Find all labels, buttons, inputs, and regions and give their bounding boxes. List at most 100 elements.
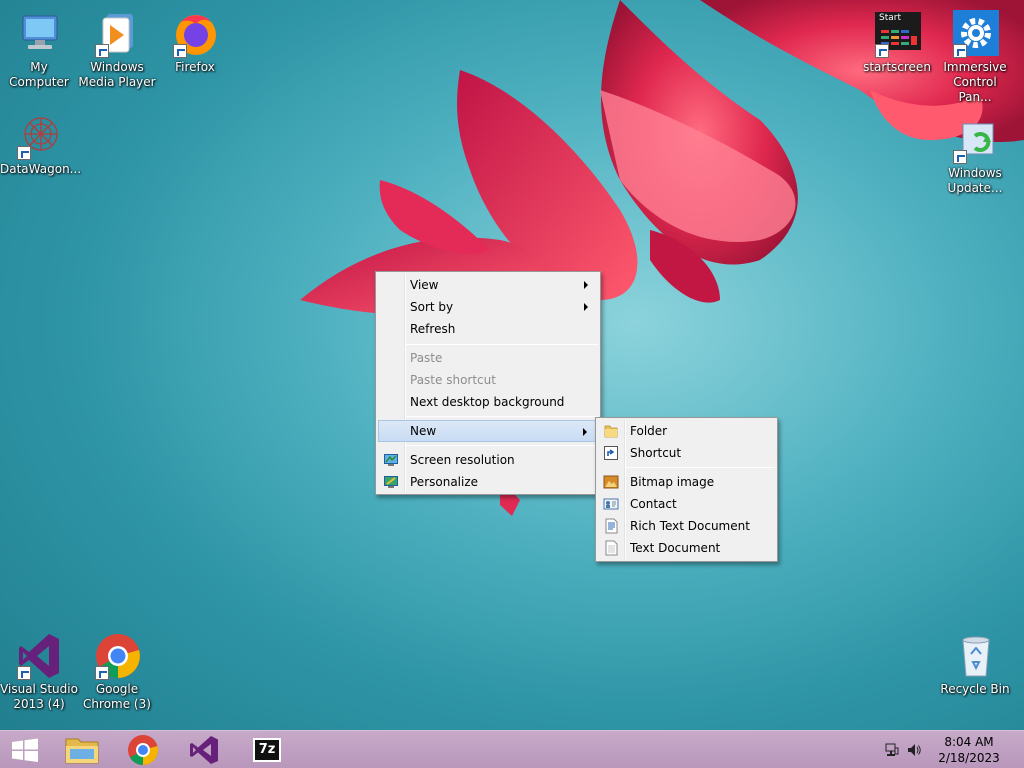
recycle-bin-icon <box>951 632 999 680</box>
menu-item-label: Text Document <box>630 541 721 555</box>
startscreen-tile-text: Start <box>879 13 901 23</box>
desktop-icon-immersive-control-panel[interactable]: Immersive Control Pan... <box>936 10 1014 105</box>
menu-item-new-bitmap-image[interactable]: Bitmap image <box>598 471 775 493</box>
menu-item-label: Bitmap image <box>630 475 715 489</box>
desktop-icon-startscreen[interactable]: Start startscreen <box>858 10 936 75</box>
file-explorer-icon <box>65 738 99 764</box>
desktop-icon-label: Firefox <box>175 60 215 74</box>
desktop-icon-recycle-bin[interactable]: Recycle Bin <box>936 632 1014 697</box>
menu-item-screen-resolution[interactable]: Screen resolution <box>378 449 598 471</box>
menu-item-label: Paste <box>410 351 443 365</box>
datawagon-icon <box>15 112 63 160</box>
menu-separator <box>406 416 598 417</box>
chrome-icon <box>93 632 141 680</box>
taskbar-google-chrome[interactable] <box>116 733 170 767</box>
desktop-icon-windows-media-player[interactable]: Windows Media Player <box>78 10 156 90</box>
taskbar-7-zip[interactable]: 7z <box>240 733 294 767</box>
desktop-icon-visual-studio[interactable]: Visual Studio 2013 (4) <box>0 632 78 712</box>
gear-icon <box>951 10 999 58</box>
menu-item-next-desktop-background[interactable]: Next desktop background <box>378 391 598 413</box>
menu-item-label: Paste shortcut <box>410 373 496 387</box>
menu-item-refresh[interactable]: Refresh <box>378 318 598 340</box>
desktop-icon-datawagon[interactable]: DataWagon... <box>0 112 82 177</box>
7zip-label: 7z <box>258 742 276 757</box>
personalize-icon <box>384 476 398 488</box>
submenu-arrow-icon <box>584 281 588 289</box>
menu-item-sort-by[interactable]: Sort by <box>378 296 598 318</box>
desktop-icon-label: Visual Studio 2013 (4) <box>0 682 78 711</box>
volume-icon[interactable] <box>906 742 922 758</box>
taskbar-file-explorer[interactable] <box>56 733 110 767</box>
menu-item-label: Shortcut <box>630 446 682 460</box>
firefox-icon <box>171 10 219 58</box>
bitmap-icon <box>603 475 619 489</box>
desktop-icon-my-computer[interactable]: My Computer <box>0 10 78 90</box>
display-icon <box>384 454 398 466</box>
desktop-icon-label: Windows Media Player <box>78 60 156 89</box>
desktop-icon-label: Google Chrome (3) <box>83 682 151 711</box>
submenu-arrow-icon <box>583 428 587 436</box>
menu-item-paste[interactable]: Paste <box>378 347 598 369</box>
desktop-icon-windows-update[interactable]: Windows Update... <box>936 116 1014 196</box>
menu-separator <box>406 344 598 345</box>
shortcut-overlay-icon <box>17 146 31 160</box>
taskbar-clock[interactable]: 8:04 AM 2/18/2023 <box>924 734 1014 766</box>
menu-item-new-text-document[interactable]: Text Document <box>598 537 775 559</box>
media-player-icon <box>93 10 141 58</box>
menu-item-new[interactable]: New <box>378 420 598 442</box>
clock-time: 8:04 AM <box>944 735 994 749</box>
menu-item-personalize[interactable]: Personalize <box>378 471 598 493</box>
start-button[interactable] <box>0 733 54 767</box>
menu-item-label: Screen resolution <box>410 453 515 467</box>
computer-icon <box>15 10 63 58</box>
menu-item-label: Contact <box>630 497 677 511</box>
new-submenu: Folder Shortcut Bitmap image Contact Ric… <box>595 417 778 562</box>
menu-item-new-folder[interactable]: Folder <box>598 420 775 442</box>
menu-item-new-rich-text-document[interactable]: Rich Text Document <box>598 515 775 537</box>
menu-item-label: View <box>410 278 439 292</box>
shortcut-icon <box>604 446 618 460</box>
menu-item-label: Rich Text Document <box>630 519 750 533</box>
desktop-icon-google-chrome[interactable]: Google Chrome (3) <box>78 632 156 712</box>
menu-item-label: New <box>410 424 437 438</box>
clock-date: 2/18/2023 <box>938 751 1000 765</box>
taskbar: 7z 8:04 AM 2/18/2023 <box>0 730 1024 768</box>
visual-studio-icon <box>190 736 218 764</box>
desktop-icon-firefox[interactable]: Firefox <box>156 10 234 75</box>
network-icon[interactable] <box>884 742 900 758</box>
chrome-icon <box>128 735 159 766</box>
desktop-icon-label: startscreen <box>863 60 931 74</box>
menu-item-label: Personalize <box>410 475 479 489</box>
shortcut-overlay-icon <box>953 44 967 58</box>
taskbar-visual-studio[interactable] <box>178 733 232 767</box>
desktop-icon-label: Windows Update... <box>947 166 1003 195</box>
menu-separator <box>406 445 598 446</box>
menu-item-new-contact[interactable]: Contact <box>598 493 775 515</box>
desktop-context-menu: View Sort by Refresh Paste Paste shortcu… <box>375 271 601 495</box>
startscreen-icon: Start <box>873 10 921 58</box>
text-document-icon <box>605 540 618 556</box>
submenu-arrow-icon <box>584 303 588 311</box>
desktop-icon-label: Immersive Control Pan... <box>943 60 1007 104</box>
windows-logo-icon <box>12 738 38 762</box>
desktop-icon-label: DataWagon... <box>0 162 82 176</box>
desktop-icon-label: Recycle Bin <box>940 682 1010 696</box>
system-tray: 8:04 AM 2/18/2023 <box>884 731 1024 768</box>
shortcut-overlay-icon <box>17 666 31 680</box>
menu-item-label: Folder <box>630 424 668 438</box>
menu-item-view[interactable]: View <box>378 274 598 296</box>
menu-item-new-shortcut[interactable]: Shortcut <box>598 442 775 464</box>
menu-separator <box>626 467 775 468</box>
contact-icon <box>603 498 619 510</box>
shortcut-overlay-icon <box>953 150 967 164</box>
menu-item-paste-shortcut[interactable]: Paste shortcut <box>378 369 598 391</box>
visual-studio-icon <box>15 632 63 680</box>
rich-text-icon <box>605 518 618 534</box>
desktop-icon-label: My Computer <box>9 60 69 89</box>
shortcut-overlay-icon <box>95 44 109 58</box>
shortcut-overlay-icon <box>173 44 187 58</box>
windows-update-icon <box>951 116 999 164</box>
shortcut-overlay-icon <box>95 666 109 680</box>
menu-item-label: Sort by <box>410 300 454 314</box>
menu-item-label: Next desktop background <box>410 395 565 409</box>
